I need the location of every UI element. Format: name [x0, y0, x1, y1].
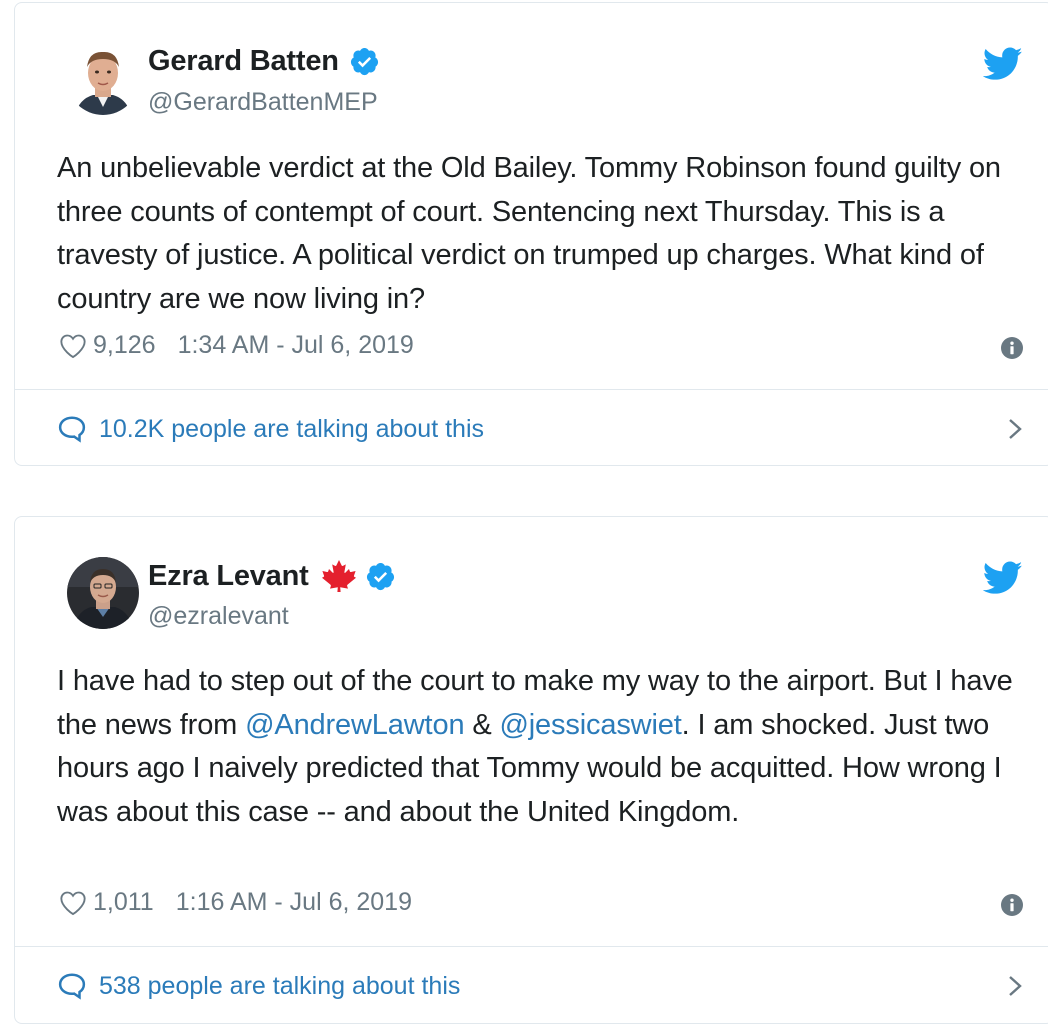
- verified-badge-icon: [366, 562, 394, 590]
- tweet-meta: 9,126 1:34 AM - Jul 6, 2019: [59, 331, 414, 360]
- mention-link[interactable]: @AndrewLawton: [245, 709, 464, 741]
- author-name-text[interactable]: Gerard Batten: [148, 45, 339, 78]
- twitter-bird-icon[interactable]: [983, 47, 1023, 81]
- author-handle[interactable]: @GerardBattenMEP: [148, 88, 378, 117]
- conversation-link[interactable]: 10.2K people are talking about this: [57, 409, 1023, 449]
- author-avatar[interactable]: [67, 557, 139, 629]
- tweet-timestamp[interactable]: 1:16 AM - Jul 6, 2019: [176, 888, 412, 917]
- chevron-right-icon[interactable]: [1007, 417, 1023, 441]
- speech-bubble-icon: [58, 973, 86, 1000]
- conversation-link-text[interactable]: 538 people are talking about this: [99, 972, 460, 1001]
- tweet-text: I have had to step out of the court to m…: [57, 660, 1017, 834]
- maple-leaf-icon: [321, 560, 356, 592]
- info-icon[interactable]: [1001, 337, 1023, 359]
- info-icon[interactable]: [1001, 894, 1023, 916]
- verified-badge-icon: [350, 47, 378, 76]
- author-name[interactable]: Ezra Levant: [148, 559, 402, 593]
- speech-bubble-icon: [58, 416, 86, 443]
- tweet-text-part: &: [464, 708, 500, 741]
- tweet-meta: 1,011 1:16 AM - Jul 6, 2019: [59, 888, 412, 917]
- author-name[interactable]: Gerard Batten: [148, 45, 386, 78]
- tweet-card[interactable]: Gerard Batten @GerardBattenMEP An unbeli…: [14, 2, 1048, 466]
- conversation-link[interactable]: 538 people are talking about this: [57, 966, 1023, 1006]
- twitter-bird-icon[interactable]: [983, 561, 1023, 595]
- tweet-card[interactable]: Ezra Levant @ezralevant I have had to st…: [14, 516, 1048, 1024]
- chevron-right-icon[interactable]: [1007, 974, 1023, 998]
- heart-icon[interactable]: [59, 333, 87, 359]
- mention-link[interactable]: @jessicaswiet: [499, 709, 681, 741]
- tweet-timestamp[interactable]: 1:34 AM - Jul 6, 2019: [178, 331, 414, 360]
- tweet-text: An unbelievable verdict at the Old Baile…: [57, 152, 1001, 315]
- heart-icon[interactable]: [59, 890, 87, 916]
- author-name-text[interactable]: Ezra Levant: [148, 560, 309, 593]
- author-avatar[interactable]: [67, 43, 139, 115]
- divider: [15, 389, 1048, 390]
- author-handle[interactable]: @ezralevant: [148, 602, 289, 631]
- divider: [15, 946, 1048, 947]
- conversation-link-text[interactable]: 10.2K people are talking about this: [99, 415, 484, 444]
- like-count[interactable]: 9,126: [93, 331, 156, 360]
- like-count[interactable]: 1,011: [93, 888, 154, 917]
